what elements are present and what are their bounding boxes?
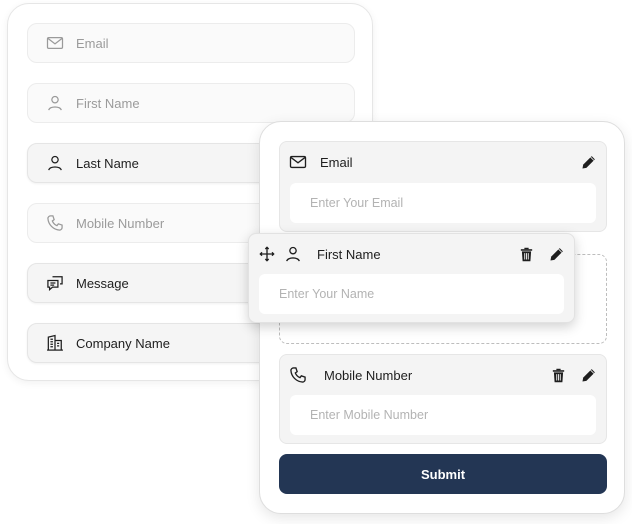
drag-handle-icon[interactable] xyxy=(257,244,277,264)
palette-item-email[interactable]: Email xyxy=(27,23,355,63)
edit-icon[interactable] xyxy=(578,365,598,385)
phone-icon xyxy=(288,365,308,385)
palette-item-label: Email xyxy=(76,35,109,51)
palette-item-first-name[interactable]: First Name xyxy=(27,83,355,123)
mail-icon xyxy=(288,152,308,172)
email-input[interactable] xyxy=(290,183,596,223)
submit-button[interactable]: Submit xyxy=(279,454,607,494)
edit-icon[interactable] xyxy=(578,152,598,172)
trash-icon[interactable] xyxy=(548,365,568,385)
trash-icon[interactable] xyxy=(516,244,536,264)
field-header: Email xyxy=(280,142,606,182)
user-icon xyxy=(44,152,66,174)
dragged-field-first-name[interactable]: First Name xyxy=(248,233,575,323)
edit-icon[interactable] xyxy=(546,244,566,264)
field-header: First Name xyxy=(249,234,574,274)
user-icon xyxy=(283,244,303,264)
message-icon xyxy=(44,272,66,294)
palette-item-label: Mobile Number xyxy=(76,215,165,231)
form-field-mobile-number[interactable]: Mobile Number xyxy=(279,354,607,444)
user-icon xyxy=(44,92,66,114)
palette-item-label: Last Name xyxy=(76,155,139,171)
phone-icon xyxy=(44,212,66,234)
palette-item-label: First Name xyxy=(76,95,140,111)
mail-icon xyxy=(44,32,66,54)
first-name-input[interactable] xyxy=(259,274,564,314)
field-label: Email xyxy=(320,154,353,170)
palette-item-label: Company Name xyxy=(76,335,170,351)
form-field-email[interactable]: Email xyxy=(279,141,607,232)
field-label: First Name xyxy=(317,246,381,262)
field-label: Mobile Number xyxy=(324,367,413,383)
palette-item-label: Message xyxy=(76,275,129,291)
mobile-number-input[interactable] xyxy=(290,395,596,435)
building-icon xyxy=(44,332,66,354)
field-header: Mobile Number xyxy=(280,355,606,395)
